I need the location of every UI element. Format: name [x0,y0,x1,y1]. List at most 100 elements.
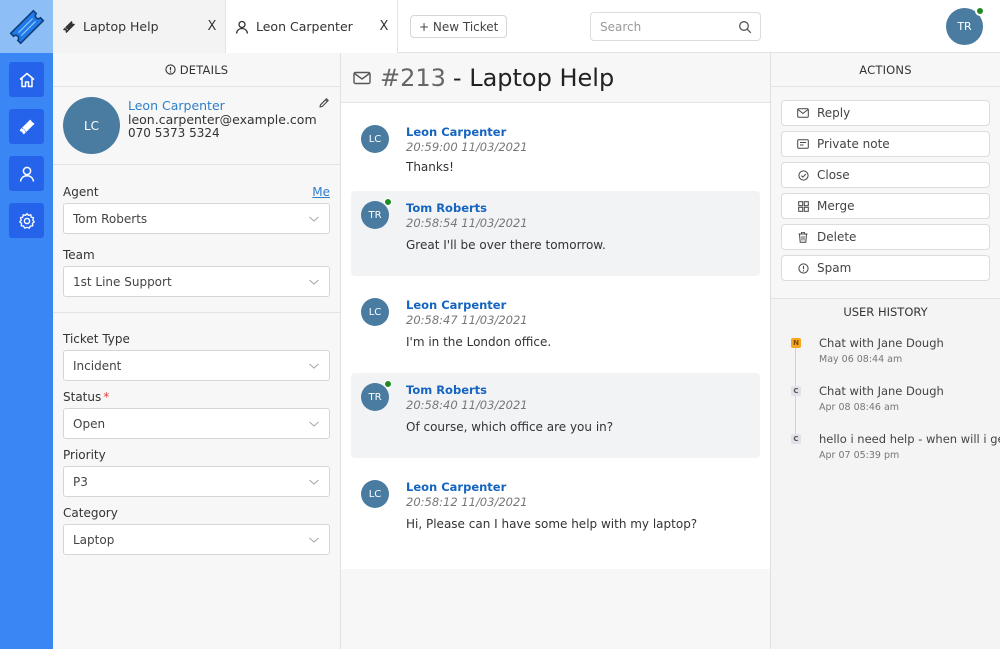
message-avatar: TR [361,198,392,229]
team-select[interactable]: 1st Line Support [63,266,330,297]
contact-phone: 070 5373 5324 [128,126,220,140]
right-panel: ACTIONS Reply Private note Close Merge D… [770,53,1000,649]
avatar-initials: TR [957,20,972,33]
search-input[interactable] [591,13,731,40]
message-text: Hi, Please can I have some help with my … [406,517,698,531]
ticket-title: - Laptop Help [452,63,615,92]
ticket-icon [19,119,34,134]
status-badge-closed: C [791,434,801,444]
note-icon [797,139,809,149]
history-title: Chat with Jane Dough [819,336,944,350]
details-header: DETAILS [53,53,340,87]
sidebar-item-home[interactable] [9,62,44,97]
reply-button[interactable]: Reply [781,100,990,126]
history-title: hello i need help - when will i get [819,432,1000,446]
message-text: Of course, which office are you in? [406,420,614,434]
current-user-avatar[interactable]: TR [946,6,985,45]
merge-button[interactable]: Merge [781,193,990,219]
alert-circle-icon [797,262,809,274]
tab-laptop-help[interactable]: Laptop Help X [53,0,226,53]
message-text: Great I'll be over there tomorrow. [406,238,606,252]
history-item[interactable]: N Chat with Jane Dough May 06 08:44 am [791,336,1000,384]
contact-name[interactable]: Leon Carpenter [128,98,225,113]
message-author[interactable]: Leon Carpenter [406,298,750,312]
message-time: 20:58:47 11/03/2021 [406,313,528,327]
user-icon [19,166,34,182]
history-date: May 06 08:44 am [819,354,903,365]
history-date: Apr 08 08:46 am [819,402,900,413]
search-box [590,12,761,41]
check-circle-icon [797,169,809,181]
message-time: 20:58:40 11/03/2021 [406,398,528,412]
agent-value: Tom Roberts [73,211,148,226]
merge-icon [797,200,809,212]
sidebar [0,53,53,649]
message-author[interactable]: Tom Roberts [406,383,750,397]
status-badge-new: N [791,338,801,348]
ticket-type-select[interactable]: Incident [63,350,330,381]
top-bar: Laptop Help X Leon Carpenter X + New Tic… [0,0,1000,53]
history-title: Chat with Jane Dough [819,384,944,398]
chevron-down-icon [309,279,319,285]
user-history-header: USER HISTORY [843,305,928,319]
message-item: LC Leon Carpenter 20:58:47 11/03/2021 I'… [351,288,760,373]
message-avatar: LC [361,125,389,153]
search-icon[interactable] [738,20,752,37]
new-ticket-button[interactable]: + New Ticket [410,15,508,38]
chevron-down-icon [309,479,319,485]
chevron-down-icon [309,421,319,427]
details-panel: DETAILS LC Leon Carpenter leon.carpenter… [53,53,341,649]
ticket-header: #213 - Laptop Help [341,53,770,103]
message-time: 20:59:00 11/03/2021 [406,140,528,154]
status-value: Open [73,416,106,431]
delete-button[interactable]: Delete [781,224,990,250]
conversation-panel: #213 - Laptop Help LC Leon Carpenter 20:… [341,53,770,649]
ticket-type-value: Incident [73,358,122,373]
priority-label: Priority [63,448,106,462]
message-avatar: LC [361,298,389,326]
history-date: Apr 07 05:39 pm [819,450,900,461]
spam-button[interactable]: Spam [781,255,990,281]
online-status-dot [975,6,985,16]
agent-label: Agent [63,185,99,199]
app-logo[interactable] [0,0,53,53]
sidebar-item-settings[interactable] [9,203,44,238]
info-icon [165,64,176,75]
message-author[interactable]: Tom Roberts [406,201,750,215]
contact-avatar: LC [63,97,120,154]
user-history-section: USER HISTORY N Chat with Jane Dough May … [771,299,1000,480]
gear-icon [18,212,35,229]
action-list: Reply Private note Close Merge Delete Sp… [771,87,1000,281]
chevron-down-icon [309,537,319,543]
tab-label: Leon Carpenter [256,19,353,34]
actions-title: ACTIONS [859,62,912,77]
tab-leon-carpenter[interactable]: Leon Carpenter X [226,0,398,53]
message-author[interactable]: Leon Carpenter [406,480,750,494]
sidebar-item-users[interactable] [9,156,44,191]
status-select[interactable]: Open [63,408,330,439]
close-ticket-button[interactable]: Close [781,162,990,188]
user-history-list: N Chat with Jane Dough May 06 08:44 am C… [771,331,1000,480]
assignment-section: Agent Me Tom Roberts Team 1st Line Suppo… [53,165,340,313]
pencil-icon[interactable] [318,97,330,112]
category-select[interactable]: Laptop [63,524,330,555]
tab-close-button[interactable]: X [203,19,221,34]
mail-icon [353,71,371,85]
team-value: 1st Line Support [73,274,172,289]
history-item[interactable]: C hello i need help - when will i get Ap… [791,432,1000,480]
assign-to-me-link[interactable]: Me [312,185,330,199]
private-note-button[interactable]: Private note [781,131,990,157]
trash-icon [797,231,809,243]
home-icon [19,72,34,87]
history-item[interactable]: C Chat with Jane Dough Apr 08 08:46 am [791,384,1000,432]
user-icon [234,19,250,35]
ticket-logo-icon [9,9,44,44]
message-text: Thanks! [406,160,454,174]
message-avatar: TR [361,380,392,411]
chevron-down-icon [309,216,319,222]
agent-select[interactable]: Tom Roberts [63,203,330,234]
priority-select[interactable]: P3 [63,466,330,497]
sidebar-item-tickets[interactable] [9,109,44,144]
tab-close-button[interactable]: X [375,19,393,34]
message-author[interactable]: Leon Carpenter [406,125,750,139]
